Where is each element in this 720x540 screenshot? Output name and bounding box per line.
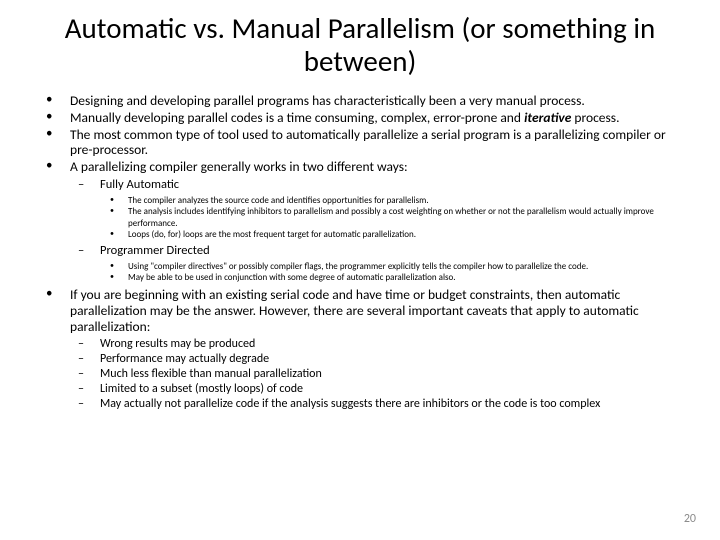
text: A parallelizing compiler generally works… [70,158,408,175]
caveat-item: Much less flexible than manual paralleli… [70,367,682,382]
sub-sub-item: The analysis includes identifying inhibi… [100,206,682,229]
sub-sub-item: Using "compiler directives" or possibly … [100,261,682,272]
bullet-item: Designing and developing parallel progra… [38,93,682,109]
text: Fully Automatic [100,177,179,192]
sub-sub-item: May be able to be used in conjunction wi… [100,272,682,283]
sub-item: Programmer Directed Using "compiler dire… [70,244,682,283]
text: process. [571,109,619,126]
sub-sub-item: Loops (do, for) loops are the most frequ… [100,229,682,240]
bullet-item: The most common type of tool used to aut… [38,127,682,159]
page-number: 20 [684,512,696,526]
caveat-list: Wrong results may be produced Performanc… [70,337,682,412]
sub-list: Fully Automatic The compiler analyzes th… [70,178,682,283]
bullet-item: A parallelizing compiler generally works… [38,159,682,283]
bullet-item: If you are beginning with an existing se… [38,287,682,412]
emphasis: iterative [524,109,571,126]
caveat-item: Performance may actually degrade [70,352,682,367]
sub-sub-list: The compiler analyzes the source code an… [100,195,682,240]
sub-item: Fully Automatic The compiler analyzes th… [70,178,682,240]
text: Manually developing parallel codes is a … [70,109,524,126]
text: If you are beginning with an existing se… [70,286,639,335]
caveat-item: Wrong results may be produced [70,337,682,352]
sub-sub-item: The compiler analyzes the source code an… [100,195,682,206]
bullet-item: Manually developing parallel codes is a … [38,110,682,126]
caveat-item: May actually not parallelize code if the… [70,397,682,412]
sub-sub-list: Using "compiler directives" or possibly … [100,261,682,284]
text: Programmer Directed [100,243,210,258]
caveat-item: Limited to a subset (mostly loops) of co… [70,382,682,397]
slide-title: Automatic vs. Manual Parallelism (or som… [38,12,682,79]
bullet-list: Designing and developing parallel progra… [38,93,682,412]
